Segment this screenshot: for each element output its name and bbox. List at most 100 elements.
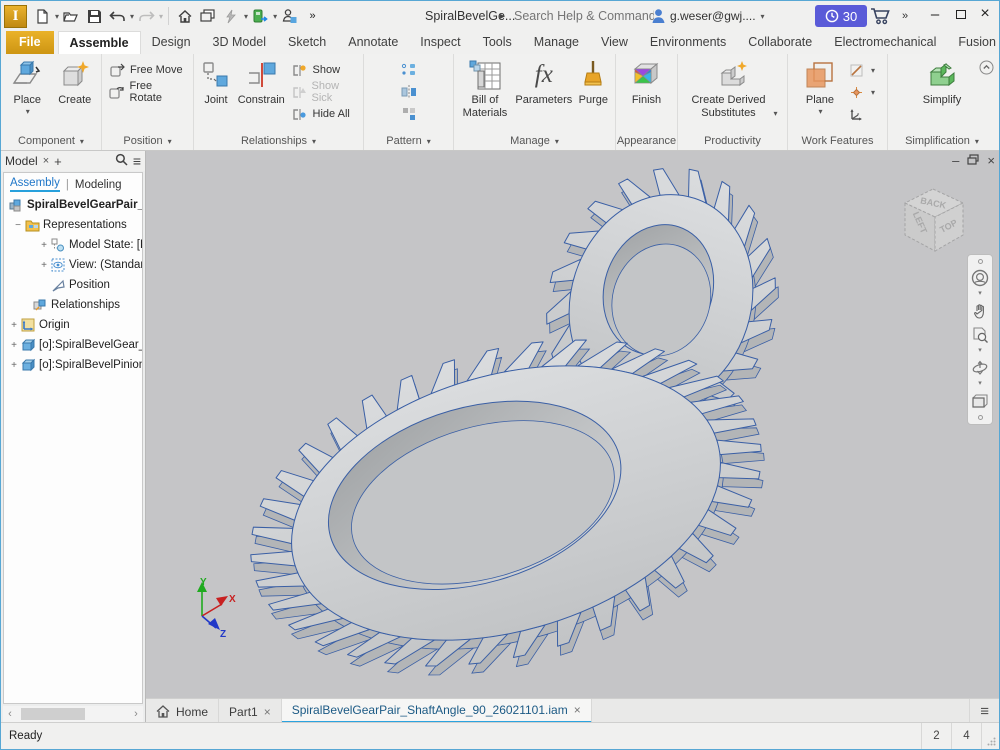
doc-tab-part1[interactable]: Part1 × xyxy=(219,699,282,724)
create-derived-substitutes-button[interactable]: Create Derived Substitutes▾ xyxy=(685,57,781,120)
ribbon-group-label-relationships[interactable]: Relationships▾ xyxy=(194,132,363,150)
ribbon-group-label-manage[interactable]: Manage▾ xyxy=(454,132,615,150)
tab-file[interactable]: File xyxy=(6,31,54,54)
user-account[interactable]: g.weser@gwj.... ▾ xyxy=(651,1,765,31)
undo-button[interactable] xyxy=(106,5,128,27)
tab-fusion[interactable]: Fusion xyxy=(947,31,1000,54)
ribbon-collapse-button[interactable] xyxy=(979,60,994,78)
tree-item-relationships[interactable]: Relationships xyxy=(4,295,142,315)
zoom-button[interactable] xyxy=(969,324,991,346)
titlebar-more-chevrons[interactable]: » xyxy=(902,1,907,31)
doc-tab-close[interactable]: × xyxy=(574,703,581,717)
new-file-dropdown[interactable]: ▾ xyxy=(55,12,59,21)
open-button[interactable] xyxy=(60,5,82,27)
tree-expander[interactable]: − xyxy=(12,220,24,231)
tree-item-spiral-bevel-pinion[interactable]: + [o]:SpiralBevelPinion_ xyxy=(4,355,142,375)
show-button[interactable]: Show xyxy=(289,60,359,80)
tab-manage[interactable]: Manage xyxy=(523,31,590,54)
bill-of-materials-button[interactable]: Bill of Materials xyxy=(458,57,512,120)
doc-tabs-menu-button[interactable]: ≡ xyxy=(969,699,999,724)
tab-3d-model[interactable]: 3D Model xyxy=(202,31,278,54)
switch-windows-button[interactable] xyxy=(197,5,219,27)
tab-sketch[interactable]: Sketch xyxy=(277,31,337,54)
navigation-wheel-button[interactable] xyxy=(969,267,991,289)
copy-button[interactable] xyxy=(398,104,420,124)
ribbon-group-label-component[interactable]: Component▾ xyxy=(1,132,101,150)
look-at-button[interactable] xyxy=(969,390,991,412)
navbar-bottom-dot[interactable] xyxy=(978,415,983,420)
window-close-button[interactable]: × xyxy=(973,1,997,27)
tree-expander[interactable]: + xyxy=(38,260,50,271)
browser-menu-button[interactable]: ≡ xyxy=(133,153,141,169)
ribbon-group-label-position[interactable]: Position▾ xyxy=(102,132,193,150)
inventor-logo[interactable]: I xyxy=(4,5,27,28)
zoom-dropdown[interactable]: ▾ xyxy=(978,348,982,355)
resize-grip[interactable] xyxy=(981,723,999,749)
work-axis-button[interactable]: ▾ xyxy=(846,60,878,80)
graphics-viewport[interactable]: – × BACK LEFT TOP ▾ ▾ ▾ xyxy=(146,151,999,698)
doc-minimize-button[interactable]: – xyxy=(952,153,959,168)
redo-dropdown[interactable]: ▾ xyxy=(159,12,163,21)
tab-electromechanical[interactable]: Electromechanical xyxy=(823,31,947,54)
tab-collaborate[interactable]: Collaborate xyxy=(737,31,823,54)
browser-h-scrollbar[interactable]: ‹ › xyxy=(3,706,143,722)
update-button[interactable] xyxy=(249,5,271,27)
doc-tab-spiralbevelgearpair[interactable]: SpiralBevelGearPair_ShaftAngle_90_260211… xyxy=(282,699,592,724)
finish-button[interactable]: Finish xyxy=(620,57,673,107)
orbit-button[interactable] xyxy=(969,357,991,379)
free-rotate-button[interactable]: Free Rotate xyxy=(106,82,189,102)
doc-restore-button[interactable] xyxy=(967,153,979,168)
window-maximize-button[interactable] xyxy=(949,1,973,27)
help-search-input[interactable] xyxy=(514,9,654,23)
tab-view[interactable]: View xyxy=(590,31,639,54)
free-move-button[interactable]: Free Move xyxy=(106,60,189,80)
user-dropdown[interactable]: ▾ xyxy=(761,12,765,21)
tab-environments[interactable]: Environments xyxy=(639,31,737,54)
doc-close-button[interactable]: × xyxy=(987,153,995,168)
help-search[interactable] xyxy=(514,1,654,31)
scroll-track[interactable] xyxy=(17,708,129,720)
ucs-button[interactable] xyxy=(846,104,878,124)
window-minimize-button[interactable]: – xyxy=(923,1,947,27)
ribbon-group-label-pattern[interactable]: Pattern▾ xyxy=(364,132,453,150)
new-file-button[interactable] xyxy=(31,5,53,27)
ribbon-group-label-simplification[interactable]: Simplification▾ xyxy=(888,132,996,150)
trial-days-badge[interactable]: 30 xyxy=(815,5,867,27)
orbit-dropdown[interactable]: ▾ xyxy=(978,381,982,388)
doc-tab-home[interactable]: Home xyxy=(146,699,219,724)
tree-expander[interactable]: + xyxy=(8,320,20,331)
subtab-modeling[interactable]: Modeling xyxy=(75,179,122,191)
tree-item-spiral-bevel-gear[interactable]: + [o]:SpiralBevelGear_S xyxy=(4,335,142,355)
constrain-button[interactable]: Constrain xyxy=(237,57,286,107)
browser-tab-model[interactable]: Model xyxy=(5,154,38,168)
tree-item-representations[interactable]: − Representations xyxy=(4,215,142,235)
browser-tab-close[interactable]: × xyxy=(43,155,49,167)
scroll-right-arrow[interactable]: › xyxy=(129,708,143,720)
ilogic-dropdown[interactable]: ▾ xyxy=(244,12,248,21)
create-button[interactable]: Create xyxy=(53,57,98,107)
undo-dropdown[interactable]: ▾ xyxy=(130,12,134,21)
hide-all-button[interactable]: Hide All xyxy=(289,104,359,124)
update-dropdown[interactable]: ▾ xyxy=(273,12,277,21)
view-cube[interactable]: BACK LEFT TOP xyxy=(893,183,971,265)
tab-assemble[interactable]: Assemble xyxy=(58,31,141,54)
tree-expander[interactable]: + xyxy=(8,360,20,371)
redo-button[interactable] xyxy=(135,5,157,27)
derived-dropdown[interactable]: ▾ xyxy=(773,107,777,120)
tree-expander[interactable]: + xyxy=(38,240,50,251)
browser-add-tab[interactable]: + xyxy=(54,154,62,169)
browser-search-button[interactable] xyxy=(115,153,128,169)
show-sick-button[interactable]: Show Sick xyxy=(289,82,359,102)
doc-tab-close[interactable]: × xyxy=(264,705,271,719)
qat-more-chevrons[interactable]: » xyxy=(301,5,323,27)
tree-item-position[interactable]: Position xyxy=(4,275,142,295)
tree-item-model-state[interactable]: + Model State: [Prim xyxy=(4,235,142,255)
tree-item-root-assembly[interactable]: SpiralBevelGearPair_Sh xyxy=(4,195,142,215)
save-button[interactable] xyxy=(83,5,105,27)
user-sync-button[interactable] xyxy=(278,5,300,27)
tab-annotate[interactable]: Annotate xyxy=(337,31,409,54)
cart-button[interactable] xyxy=(870,1,892,31)
ilogic-button[interactable] xyxy=(220,5,242,27)
tree-expander[interactable]: + xyxy=(8,340,20,351)
tree-item-origin[interactable]: + Origin xyxy=(4,315,142,335)
